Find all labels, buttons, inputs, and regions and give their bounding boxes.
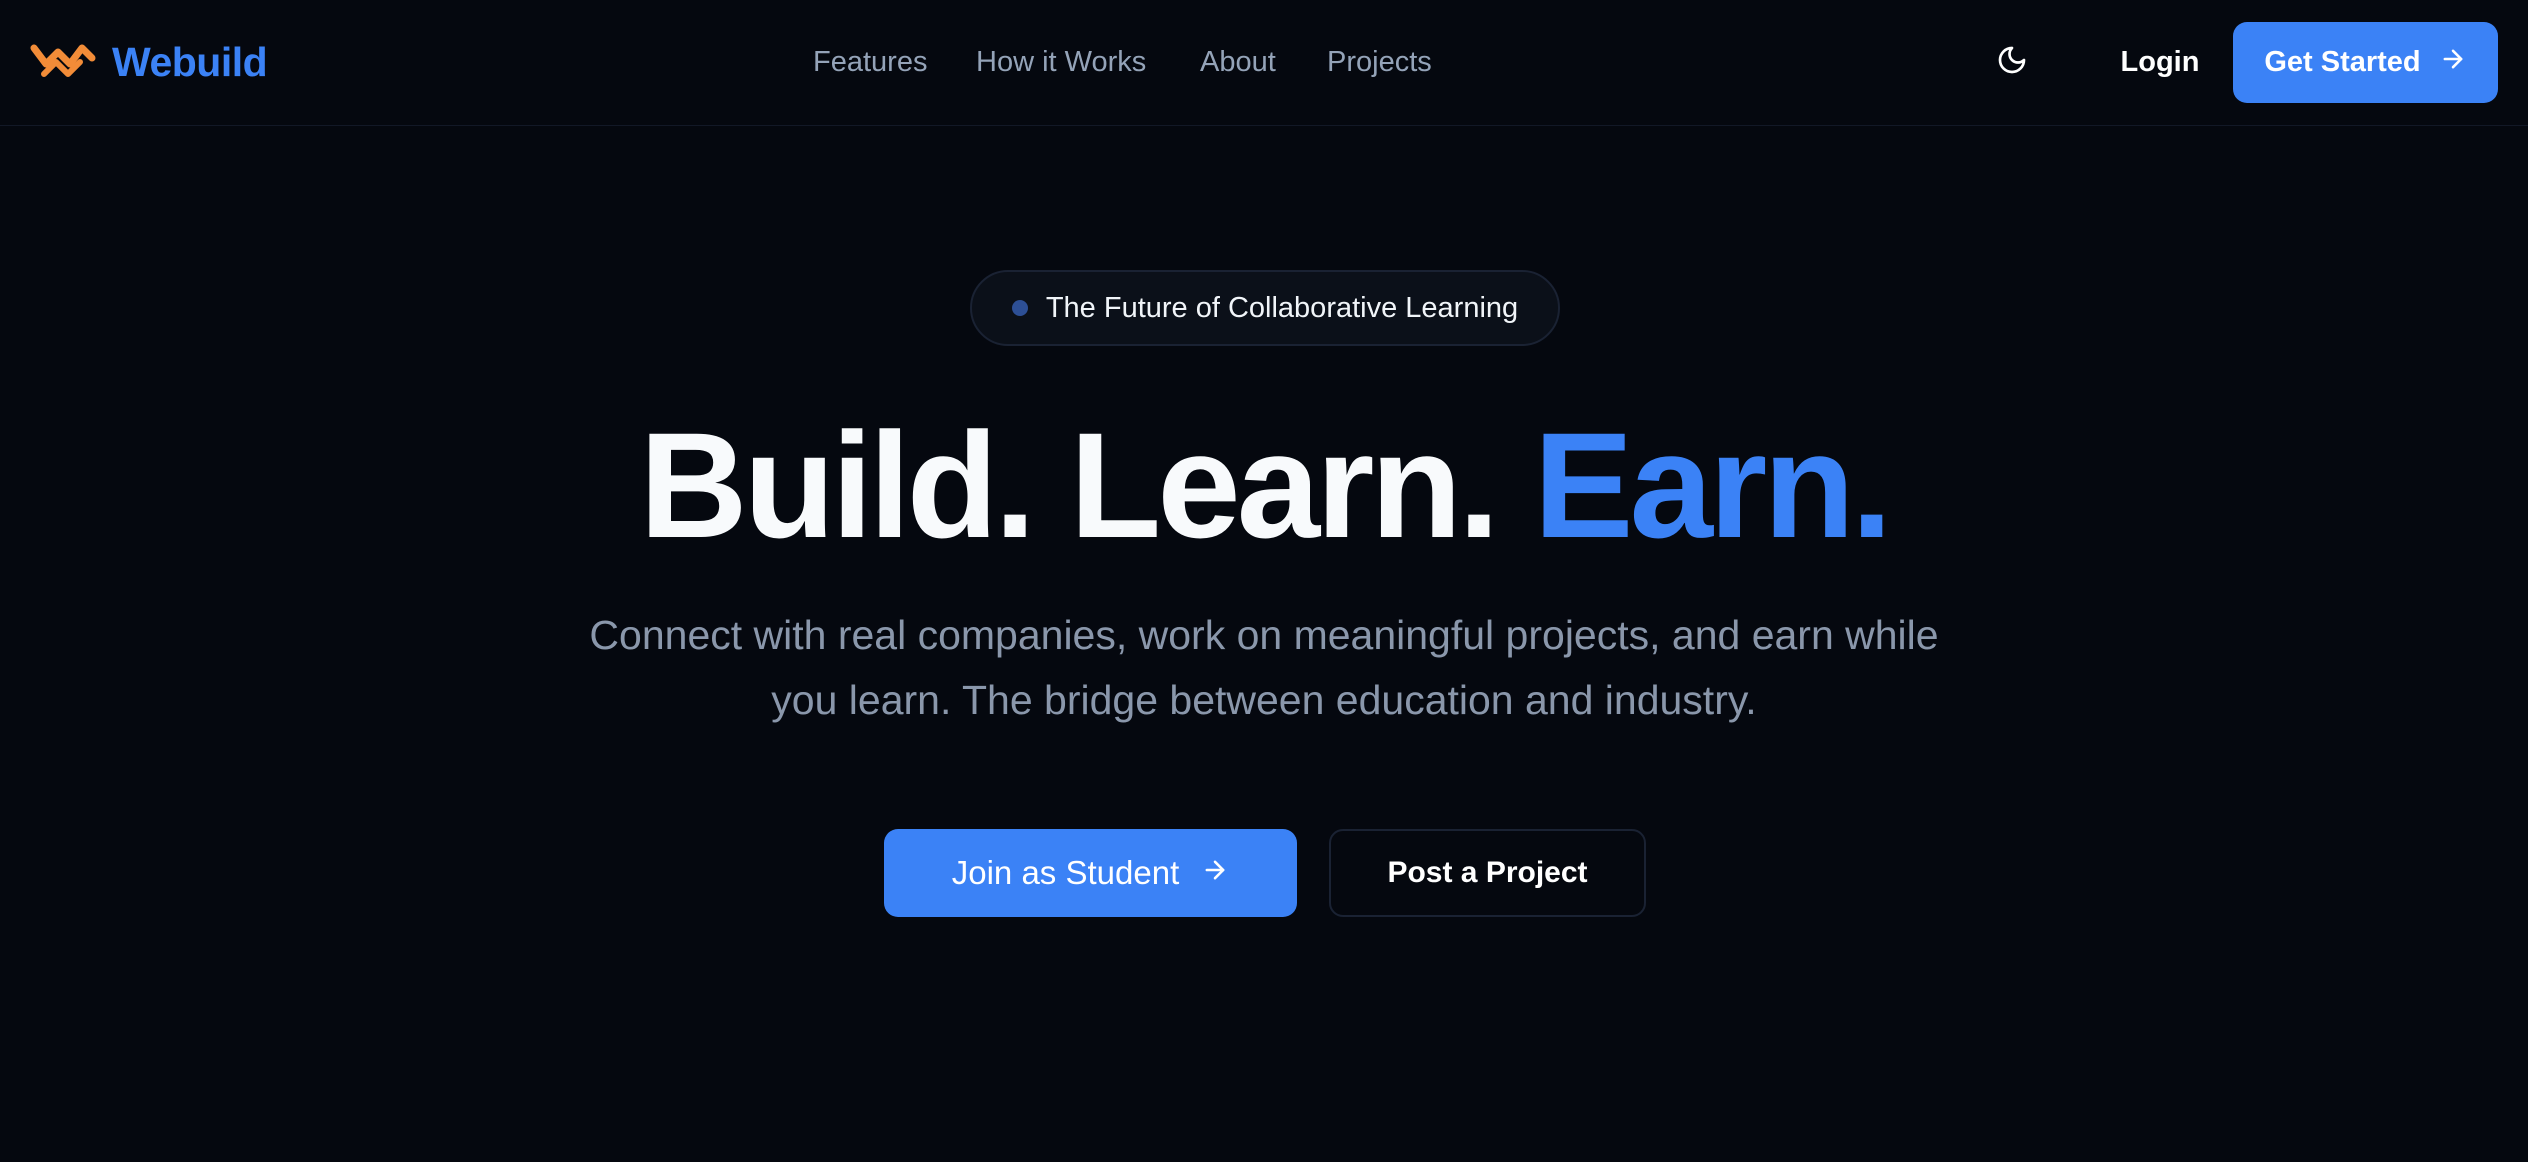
hero-headline: Build. Learn. Earn.	[0, 395, 2528, 575]
brand-logo-link[interactable]: Webuild	[30, 36, 268, 88]
hero-badge: The Future of Collaborative Learning	[970, 270, 1560, 346]
site-header: Webuild Features How it Works About Proj…	[0, 0, 2528, 126]
nav-link-about[interactable]: About	[1200, 36, 1276, 88]
theme-toggle-button[interactable]	[1986, 36, 2038, 88]
zigzag-logo-icon	[30, 40, 96, 85]
hero-subtitle: Connect with real companies, work on mea…	[589, 612, 1939, 723]
brand-name: Webuild	[112, 38, 268, 85]
login-button[interactable]: Login	[2090, 36, 2230, 88]
join-as-student-label: Join as Student	[951, 854, 1180, 891]
badge-dot-icon	[1011, 300, 1028, 316]
get-started-label: Get Started	[2264, 46, 2421, 78]
nav-link-projects[interactable]: Projects	[1327, 36, 1432, 88]
join-as-student-button[interactable]: Join as Student	[884, 829, 1297, 917]
arrow-right-icon	[1201, 854, 1229, 892]
get-started-button[interactable]: Get Started	[2233, 22, 2498, 103]
headline-accent-text: Earn.	[1533, 401, 1892, 569]
nav-link-features[interactable]: Features	[813, 36, 927, 88]
headline-main-text: Build. Learn.	[639, 401, 1499, 569]
nav-link-how-it-works[interactable]: How it Works	[976, 36, 1146, 88]
post-a-project-button[interactable]: Post a Project	[1329, 829, 1646, 917]
moon-icon	[1996, 44, 2028, 81]
badge-text: The Future of Collaborative Learning	[1045, 291, 1519, 324]
arrow-right-icon	[2439, 45, 2467, 81]
